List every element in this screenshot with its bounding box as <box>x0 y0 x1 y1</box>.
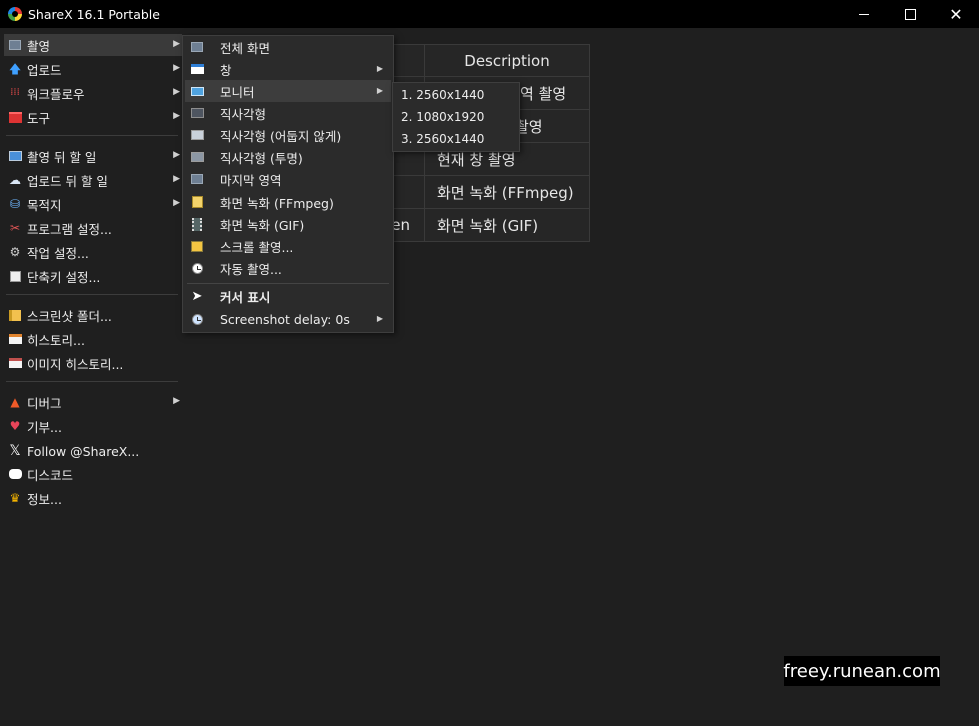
menu-item-history[interactable]: 히스토리... <box>4 328 182 350</box>
menu-item-about[interactable]: ♛ 정보... <box>4 487 182 509</box>
menu-item-monitor[interactable]: 모니터 ▶ <box>185 80 391 102</box>
menu-item-monitor-1[interactable]: 1. 2560x1440 <box>401 85 484 105</box>
submenu-arrow-icon: ▶ <box>173 63 180 73</box>
window-title: ShareX 16.1 Portable <box>28 6 160 22</box>
menu-item-destinations[interactable]: ⛁ 목적지 ▶ <box>4 193 182 215</box>
menu-item-fullscreen[interactable]: 전체 화면 <box>185 36 391 58</box>
submenu-arrow-icon: ▶ <box>173 39 180 49</box>
after-upload-cloud-icon: ☁ <box>9 173 21 187</box>
submenu-arrow-icon: ▶ <box>376 86 383 95</box>
menu-item-region-light[interactable]: 직사각형 (어둡지 않게) <box>185 124 391 146</box>
table-row: 화면 녹화 (FFmpeg) <box>424 175 590 209</box>
submenu-arrow-icon: ▶ <box>173 111 180 121</box>
image-history-icon <box>8 356 22 370</box>
menu-separator <box>187 283 389 284</box>
monitor-icon <box>190 84 204 98</box>
submenu-arrow-icon: ▶ <box>376 64 383 73</box>
keyboard-icon <box>8 269 22 283</box>
heart-icon: ♥ <box>9 419 21 433</box>
workflow-grid-icon: ⁞⁞⁞ <box>10 87 20 98</box>
menu-item-image-history[interactable]: 이미지 히스토리... <box>4 352 182 374</box>
camera-icon <box>8 38 22 52</box>
menu-item-region-transparent[interactable]: 직사각형 (투명) <box>185 146 391 168</box>
sharex-logo-icon <box>8 7 22 21</box>
menu-item-window[interactable]: 창 ▶ <box>185 58 391 80</box>
window-icon <box>190 62 204 76</box>
menu-item-after-capture[interactable]: 촬영 뒤 할 일 ▶ <box>4 145 182 167</box>
menu-item-hotkey-settings[interactable]: 단축키 설정... <box>4 265 182 287</box>
menu-item-application-settings[interactable]: ✂ 프로그램 설정... <box>4 217 182 239</box>
capture-submenu: 전체 화면 창 ▶ 모니터 ▶ 직사각형 직사각형 (어둡지 않게) 직사각형 … <box>182 35 394 333</box>
maximize-button[interactable] <box>887 0 933 28</box>
rectangle-icon <box>190 106 204 120</box>
menu-item-monitor-3[interactable]: 3. 2560x1440 <box>401 129 484 149</box>
menu-item-debug[interactable]: ▲ 디버그 ▶ <box>4 391 182 413</box>
window-controls: ✕ <box>841 0 979 28</box>
screen-record-gif-icon <box>190 217 204 231</box>
menu-item-screenshot-delay[interactable]: Screenshot delay: 0s ▶ <box>185 308 391 330</box>
title-bar: ShareX 16.1 Portable ✕ <box>0 0 979 28</box>
last-region-icon <box>190 172 204 186</box>
submenu-arrow-icon: ▶ <box>173 87 180 97</box>
history-icon <box>8 332 22 346</box>
x-logo-icon: 𝕏 <box>9 443 21 459</box>
crown-icon: ♛ <box>9 491 21 505</box>
menu-item-workflows[interactable]: ⁞⁞⁞ 워크플로우 ▶ <box>4 82 182 104</box>
rectangle-light-icon <box>190 128 204 142</box>
settings-tools-icon: ✂ <box>9 221 21 235</box>
watermark: freey.runean.com <box>783 656 941 686</box>
fullscreen-icon <box>190 40 204 54</box>
table-row: 화면 녹화 (GIF) <box>424 208 590 242</box>
discord-icon <box>8 467 22 481</box>
after-capture-icon <box>8 149 22 163</box>
menu-item-last-region[interactable]: 마지막 영역 <box>185 168 391 190</box>
menu-item-scrolling-capture[interactable]: 스크롤 촬영... <box>185 235 391 257</box>
destination-icon: ⛁ <box>9 197 21 211</box>
menu-item-screen-recording-gif[interactable]: 화면 녹화 (GIF) <box>185 213 391 235</box>
menu-item-upload[interactable]: 🡅 업로드 ▶ <box>4 58 182 80</box>
gear-icon: ⚙ <box>9 245 21 259</box>
submenu-arrow-icon: ▶ <box>173 174 180 184</box>
auto-capture-clock-icon <box>190 261 204 275</box>
menu-item-capture[interactable]: 촬영 ▶ <box>4 34 182 56</box>
minimize-button[interactable] <box>841 0 887 28</box>
menu-separator <box>6 294 178 295</box>
scrolling-capture-icon <box>190 239 204 253</box>
menu-separator <box>6 381 178 382</box>
folder-icon <box>8 308 22 322</box>
menu-item-show-cursor[interactable]: ➤ 커서 표시 <box>185 285 391 307</box>
menu-separator <box>6 135 178 136</box>
monitor-submenu: 1. 2560x1440 2. 1080x1920 3. 2560x1440 <box>392 82 520 152</box>
main-menu: 촬영 ▶ 🡅 업로드 ▶ ⁞⁞⁞ 워크플로우 ▶ 도구 ▶ 촬영 뒤 할 일 ▶… <box>0 33 182 513</box>
upload-arrow-icon: 🡅 <box>8 62 22 76</box>
menu-item-auto-capture[interactable]: 자동 촬영... <box>185 257 391 279</box>
rectangle-transparent-icon <box>190 150 204 164</box>
submenu-arrow-icon: ▶ <box>173 198 180 208</box>
table-header-description: Description <box>424 44 590 77</box>
cursor-icon: ➤ <box>191 288 203 304</box>
menu-item-monitor-2[interactable]: 2. 1080x1920 <box>401 107 484 127</box>
screen-record-ffmpeg-icon <box>190 195 204 209</box>
menu-item-screen-recording-ffmpeg[interactable]: 화면 녹화 (FFmpeg) <box>185 191 391 213</box>
menu-item-after-upload[interactable]: ☁ 업로드 뒤 할 일 ▶ <box>4 169 182 191</box>
menu-item-donate[interactable]: ♥ 기부... <box>4 415 182 437</box>
menu-item-screenshots-folder[interactable]: 스크린샷 폴더... <box>4 304 182 326</box>
submenu-arrow-icon: ▶ <box>173 396 180 406</box>
menu-item-region[interactable]: 직사각형 <box>185 102 391 124</box>
menu-item-follow-sharex[interactable]: 𝕏 Follow @ShareX... <box>4 440 182 462</box>
submenu-arrow-icon: ▶ <box>376 314 383 323</box>
close-button[interactable]: ✕ <box>933 0 979 28</box>
traffic-cone-icon: ▲ <box>10 395 20 409</box>
submenu-arrow-icon: ▶ <box>173 150 180 160</box>
delay-clock-icon <box>190 312 204 326</box>
menu-item-task-settings[interactable]: ⚙ 작업 설정... <box>4 241 182 263</box>
menu-item-tools[interactable]: 도구 ▶ <box>4 106 182 128</box>
menu-item-discord[interactable]: 디스코드 <box>4 463 182 485</box>
toolbox-icon <box>8 110 22 124</box>
